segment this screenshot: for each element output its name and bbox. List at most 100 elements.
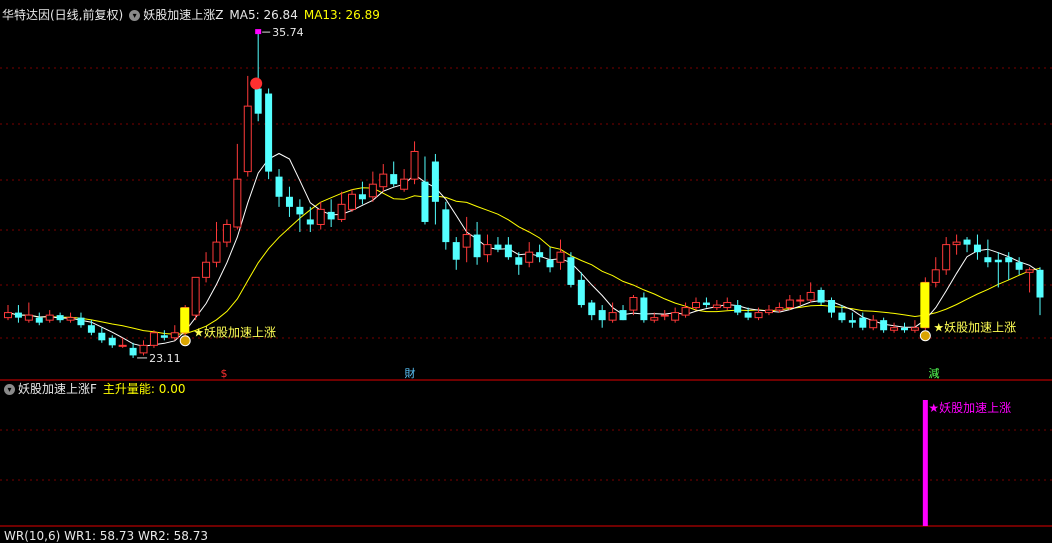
candle-body [327,211,335,220]
candle-body [754,312,763,319]
candle-body [410,150,419,180]
candle-body [931,269,940,283]
candle-body [1005,257,1013,263]
candle-body [233,178,242,228]
candle-body [421,181,429,222]
indicator-name[interactable]: 妖股加速上涨Z [143,8,223,22]
sub-signal-bar [922,400,928,526]
candle-body [963,239,971,245]
candle-body [222,223,231,243]
candle-body [24,314,33,321]
candle-body [692,302,700,309]
ma13-path [7,187,1041,335]
reduce-icon: 減 [929,366,940,380]
candle-body [87,325,95,333]
candle-body [442,209,450,243]
candles [4,32,1044,358]
candle-body [660,314,669,317]
candle-body [265,93,273,172]
candle-body [1015,262,1023,270]
candle-body [296,206,304,215]
candle-body [671,312,680,321]
candle-body [45,314,54,321]
high-dot [255,29,262,35]
main-chart-header: 华特达因(日线,前复权) ▾ 妖股加速上涨Z MA5: 26.84 MA13: 26.8… [2,8,380,22]
candle-body [525,251,534,263]
candle-body [838,312,846,321]
candle-body [98,332,106,341]
candle-body [379,173,388,188]
candle-body [108,337,116,346]
wr-header: WR(10,6) WR1: 58.73 WR2: 58.73 [4,529,208,543]
ma5-path [7,152,1041,347]
candle-body [994,259,1002,263]
candle-body [400,178,409,190]
candle-body [744,312,752,318]
candle-body [556,251,565,263]
candle-body [952,241,961,246]
dollar-icon: $ [221,367,228,380]
kline-chart: 35.74 23.11 ★妖股加速上涨 ★妖股加速上涨 $ 財 減 ★妖股加速上涨 [0,26,1052,527]
candle-body [859,317,867,328]
candle-body [1036,269,1044,298]
candle-body [462,234,471,248]
dropdown-chevron-icon[interactable]: ▾ [4,384,15,395]
candle-body [348,193,356,210]
candle-body [139,344,148,354]
sub-value-label: 主升量能: 0.00 [102,382,186,396]
candle-body [56,315,64,321]
ma5-label: MA5: 26.84 [229,8,298,22]
candle-body [4,312,12,319]
dropdown-chevron-icon[interactable]: ▾ [129,10,141,21]
money-bag-icon [919,330,931,342]
candle-body [504,244,512,258]
candle-body [390,174,398,185]
candle-body [567,257,575,285]
candle-body [212,241,221,263]
stock-title: 华特达因(日线,前复权) [2,8,124,22]
candle-body [170,332,179,339]
candle-body [77,317,85,326]
candle-body [431,161,439,202]
sub-indicator-name[interactable]: 妖股加速上涨F [18,382,97,396]
candle-body [243,105,252,173]
candle-body [149,332,158,346]
candle-body [775,307,784,311]
candle-body [785,299,794,309]
high-price-label: 35.74 [272,26,304,39]
candle-body [650,317,659,321]
candle-body [254,88,262,114]
candle-body [608,312,617,321]
candle-body [66,317,75,321]
candle-body [129,347,137,356]
candle-body [588,302,596,316]
candle-body [577,279,585,306]
candle-body [640,297,648,321]
candle-body [515,257,523,265]
candle-body [316,208,325,225]
ma13-label: MA13: 26.89 [303,8,380,22]
candle-body [712,304,721,309]
money-bag-icon [179,335,191,347]
candle-body [483,244,492,256]
candle-body [546,259,554,268]
candle-body [828,300,836,313]
candle-body [35,317,43,323]
candle-body [191,276,200,316]
finance-icon: 財 [405,366,416,380]
signal-bar [920,282,930,328]
candle-body [160,335,168,338]
candle-body [285,196,293,207]
sub-chart-header: ▾ 妖股加速上涨F 主升量能: 0.00 [4,382,185,396]
signal-bar [180,307,190,333]
candle-body [900,327,908,331]
candle-body [202,261,211,278]
candle-body [734,305,742,313]
candle-body [275,176,283,197]
candle-body [890,327,899,331]
low-price-label: 23.11 [149,352,181,365]
candle-body [973,244,981,253]
candle-body [723,302,732,309]
candle-body [1025,269,1034,273]
candle-body [118,344,127,347]
